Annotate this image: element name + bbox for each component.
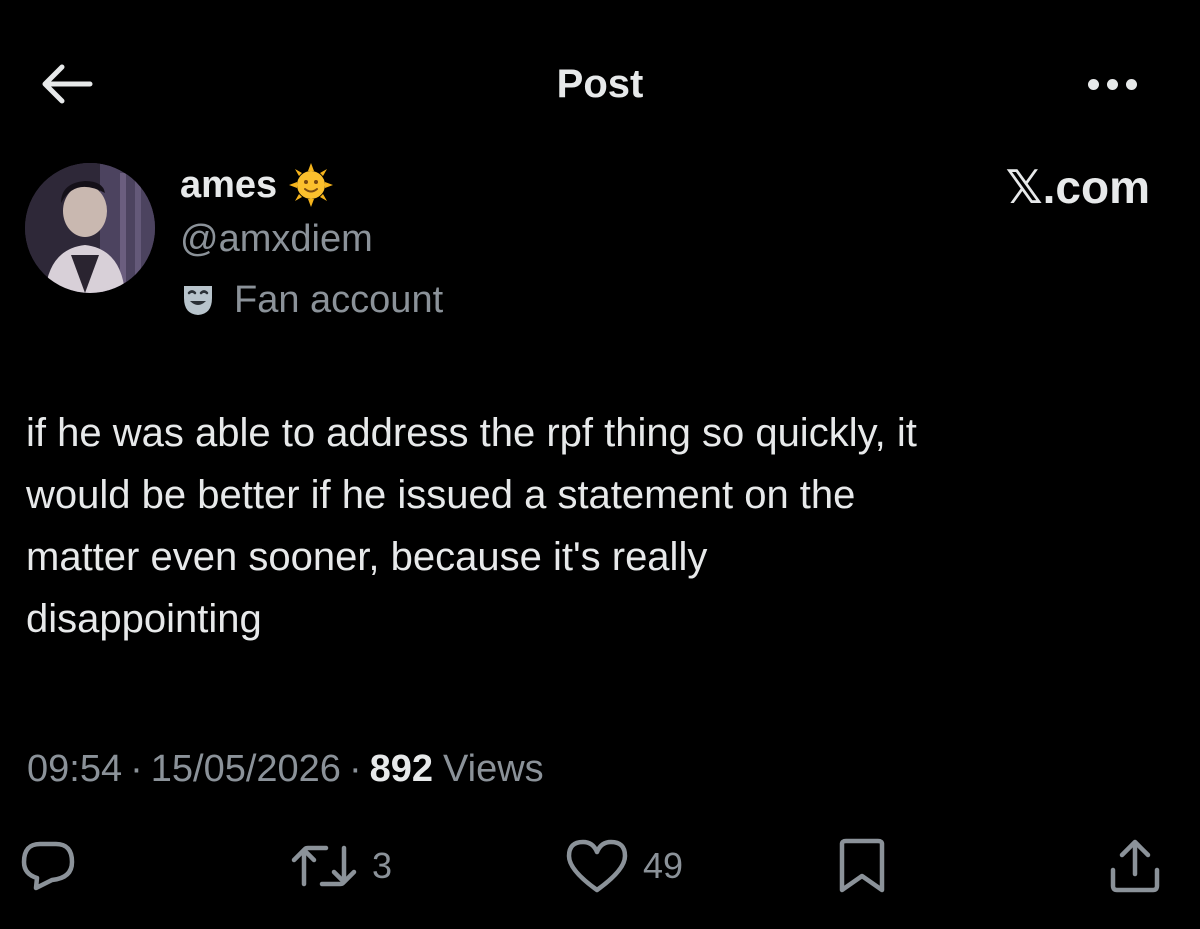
more-dot [1106, 78, 1118, 90]
views-count[interactable]: 892 [370, 748, 433, 791]
share-icon [1110, 839, 1160, 893]
meta-separator: · [348, 747, 362, 790]
repost-icon [291, 845, 357, 887]
author-handle[interactable]: @amxdiem [180, 216, 373, 262]
meta-separator: · [130, 747, 143, 790]
reply-icon [21, 841, 75, 891]
share-button[interactable] [1105, 836, 1165, 896]
site-watermark: 𝕏.com [1005, 161, 1150, 213]
more-options-button[interactable] [1076, 56, 1148, 112]
affiliation-label: Fan account [180, 277, 443, 323]
sun-emoji-icon [289, 163, 334, 207]
avatar-image [25, 163, 155, 293]
reply-button[interactable] [20, 836, 90, 896]
bookmark-icon [839, 838, 885, 893]
avatar[interactable] [25, 163, 155, 293]
post-time[interactable]: 09:54 [27, 748, 122, 791]
author-name-row[interactable]: ames [180, 160, 334, 210]
like-button[interactable]: 49 [565, 836, 683, 896]
heart-icon [566, 839, 628, 893]
repost-button[interactable]: 3 [290, 836, 392, 896]
more-dot [1125, 78, 1137, 90]
post-text: if he was able to address the rpf thing … [26, 411, 917, 641]
more-dots-icon [1087, 78, 1099, 90]
affiliation-label-text: Fan account [234, 278, 444, 321]
theater-mask-icon [184, 286, 212, 315]
post-date[interactable]: 15/05/2026 [151, 748, 341, 791]
back-button[interactable] [34, 56, 98, 112]
post-meta: 09:54 · 15/05/2026 · 892 Views [27, 742, 544, 796]
bookmark-button[interactable] [832, 836, 892, 896]
display-name: ames [180, 163, 278, 206]
like-count: 49 [643, 845, 684, 886]
repost-count: 3 [372, 845, 393, 886]
views-label[interactable]: Views [443, 748, 544, 791]
page-title: Post [556, 62, 644, 106]
arrow-left-icon [42, 64, 93, 104]
